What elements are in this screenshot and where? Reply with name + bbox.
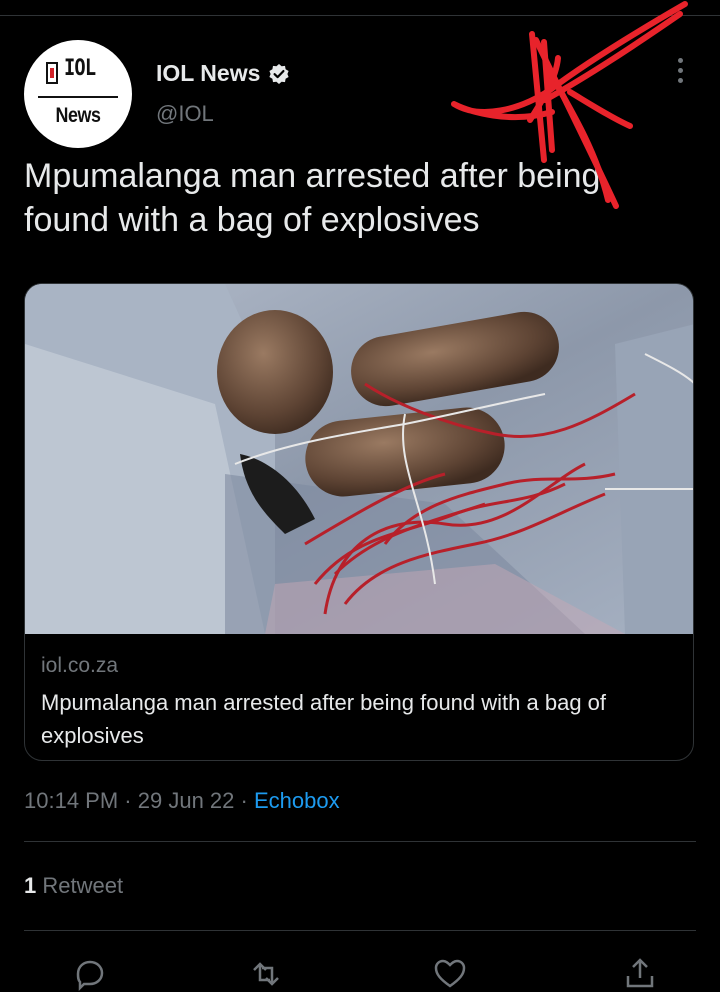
author-name-row[interactable]: IOL News [156, 60, 290, 87]
author-display-name[interactable]: IOL News [156, 60, 260, 87]
iol-logo-mark-icon [46, 62, 58, 84]
tweet-date[interactable]: 29 Jun 22 [138, 788, 235, 813]
meta-separator: · [240, 788, 248, 813]
heart-icon[interactable] [432, 956, 468, 992]
card-title[interactable]: Mpumalanga man arrested after being foun… [41, 686, 681, 752]
author-handle[interactable]: @IOL [156, 101, 214, 127]
more-options-icon[interactable] [668, 58, 692, 88]
avatar-logo-bottom: News [55, 104, 101, 127]
card-photo-explosives[interactable] [25, 284, 694, 634]
tweet-source-link[interactable]: Echobox [254, 788, 340, 813]
tweet-text: Mpumalanga man arrested after being foun… [24, 157, 601, 239]
retweet-label: Retweet [42, 873, 124, 898]
verified-badge-icon [269, 63, 289, 84]
action-bar [0, 950, 720, 992]
divider [24, 841, 696, 842]
tweet-meta: 10:14 PM · 29 Jun 22 · Echobox [24, 788, 340, 814]
meta-separator: · [124, 788, 132, 813]
share-icon[interactable] [622, 956, 658, 992]
link-card[interactable]: iol.co.za Mpumalanga man arrested after … [24, 283, 694, 761]
avatar-logo-rule [38, 96, 118, 98]
card-domain[interactable]: iol.co.za [41, 654, 118, 678]
retweet-stats[interactable]: 1 Retweet [24, 873, 123, 899]
retweet-icon[interactable] [248, 956, 284, 992]
reply-icon[interactable] [72, 956, 108, 992]
top-divider [0, 15, 720, 16]
divider [24, 930, 696, 931]
avatar-logo-top: IOL [64, 56, 96, 81]
avatar[interactable]: IOL News [24, 40, 132, 148]
retweet-count: 1 [24, 873, 37, 898]
tweet-time[interactable]: 10:14 PM [24, 788, 118, 813]
